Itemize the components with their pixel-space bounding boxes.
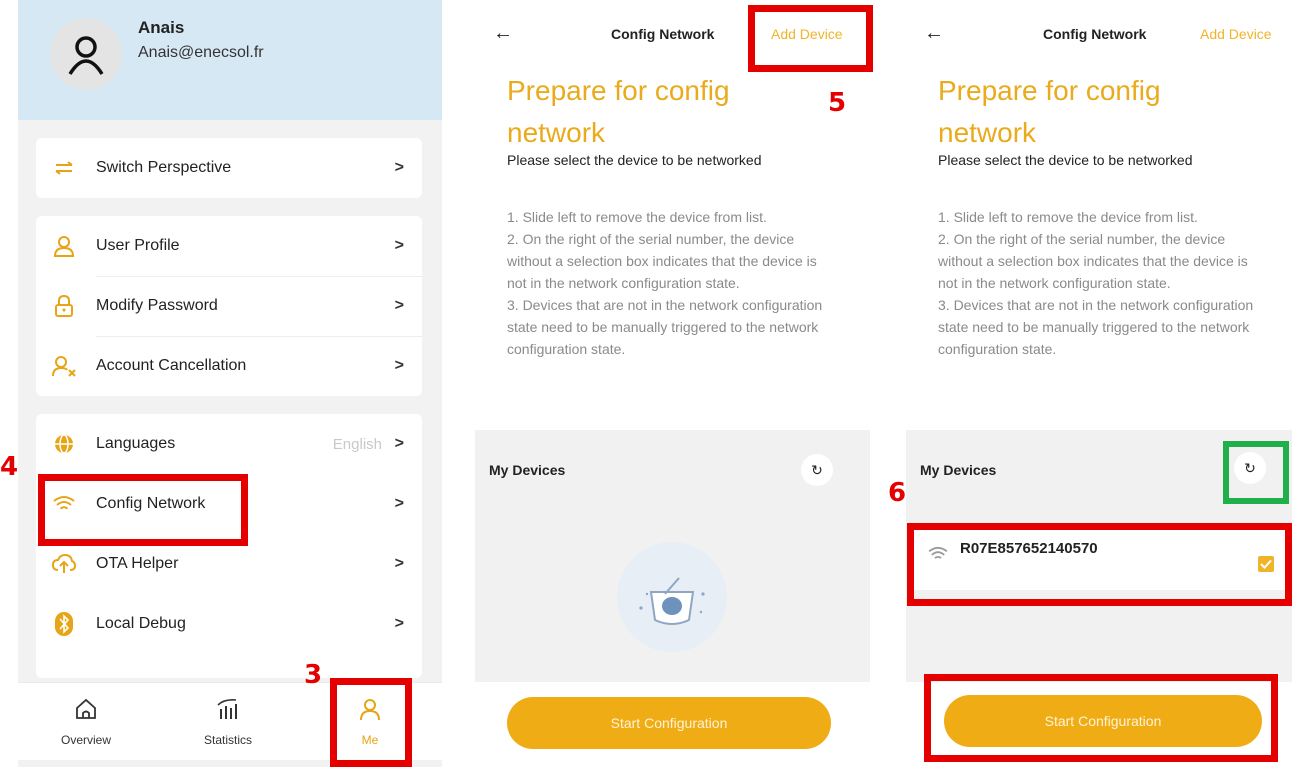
menu-item-local-debug[interactable]: Local Debug >	[36, 594, 422, 654]
instructions-text: 1. Slide left to remove the device from …	[938, 209, 1254, 357]
config-network-screen-empty: ← Config Network Add Device Prepare for …	[475, 0, 870, 767]
menu-item-switch-perspective[interactable]: Switch Perspective >	[36, 138, 422, 198]
highlight-add-device	[748, 5, 873, 72]
person-remove-icon	[52, 354, 76, 378]
user-name: Anais	[138, 18, 185, 37]
tab-label: Statistics	[203, 733, 252, 747]
chevron-right-icon: >	[394, 357, 404, 374]
globe-icon	[52, 432, 76, 456]
step-number-5: 5	[828, 88, 847, 118]
prepare-heading: Prepare for config network	[507, 75, 730, 148]
chevron-right-icon: >	[394, 615, 404, 632]
highlight-refresh	[1223, 441, 1289, 504]
home-icon	[76, 698, 96, 719]
switch-arrows-icon	[52, 156, 76, 180]
chevron-right-icon: >	[394, 435, 404, 452]
menu-label: OTA Helper	[96, 555, 179, 572]
menu-label: Modify Password	[96, 297, 218, 314]
refresh-icon: ↻	[811, 461, 823, 478]
lock-icon	[52, 294, 76, 318]
back-arrow-icon[interactable]: ←	[924, 22, 944, 45]
cloud-upload-icon	[52, 552, 76, 576]
user-email: Anais@enecsol.fr	[138, 44, 264, 61]
chevron-right-icon: >	[394, 297, 404, 314]
account-card: User Profile > Modify Password > Account…	[36, 216, 422, 396]
menu-label: User Profile	[96, 237, 180, 254]
menu-item-languages[interactable]: Languages English >	[36, 414, 422, 474]
user-icon	[68, 36, 104, 75]
language-value: English	[332, 435, 382, 453]
person-icon	[52, 234, 76, 258]
menu-label: Switch Perspective	[96, 159, 232, 176]
menu-label: Account Cancellation	[96, 357, 247, 374]
settings-card: Languages English > Config Network > OTA…	[36, 414, 422, 678]
me-screen: Anais Anais@enecsol.fr Switch Perspectiv…	[18, 0, 442, 767]
menu-item-account-cancellation[interactable]: Account Cancellation >	[36, 336, 422, 396]
my-devices-title: My Devices	[920, 462, 997, 478]
add-device-button[interactable]: Add Device	[1200, 26, 1272, 42]
chevron-right-icon: >	[394, 555, 404, 572]
menu-label: Languages	[96, 435, 176, 452]
instructions-text: 1. Slide left to remove the device from …	[507, 209, 823, 357]
my-devices-area: My Devices ↻	[475, 430, 870, 682]
config-network-screen-device: ← Config Network Add Device Prepare for …	[906, 0, 1292, 767]
select-device-subheading: Please select the device to be networked	[938, 152, 1193, 168]
refresh-button[interactable]: ↻	[801, 454, 833, 486]
avatar[interactable]	[50, 18, 122, 90]
page-title: Config Network	[1043, 26, 1147, 42]
start-configuration-button[interactable]: Start Configuration	[507, 697, 831, 749]
page-title: Config Network	[611, 26, 715, 42]
device-illustration-icon	[639, 577, 705, 625]
chevron-right-icon: >	[394, 237, 404, 254]
tab-overview[interactable]: Overview	[36, 683, 136, 761]
empty-device-illustration	[617, 542, 727, 652]
menu-label: Local Debug	[96, 615, 186, 632]
back-arrow-icon[interactable]: ←	[493, 22, 513, 45]
menu-item-user-profile[interactable]: User Profile >	[36, 216, 422, 276]
prepare-heading: Prepare for config network	[938, 75, 1161, 148]
highlight-config-network	[38, 474, 248, 546]
menu-item-modify-password[interactable]: Modify Password >	[36, 276, 422, 336]
tab-label: Overview	[60, 733, 111, 747]
my-devices-title: My Devices	[489, 462, 566, 478]
select-device-subheading: Please select the device to be networked	[507, 152, 762, 168]
profile-header: Anais Anais@enecsol.fr	[18, 0, 442, 120]
highlight-device-row	[907, 523, 1292, 606]
bluetooth-icon	[52, 612, 76, 636]
perspective-card: Switch Perspective >	[36, 138, 422, 198]
step-number-4: 4	[0, 452, 19, 482]
tab-statistics[interactable]: Statistics	[178, 683, 278, 761]
step-number-3: 3	[304, 660, 323, 690]
step-number-6: 6	[888, 478, 907, 508]
chevron-right-icon: >	[394, 159, 404, 176]
chevron-right-icon: >	[394, 495, 404, 512]
bar-chart-icon	[217, 699, 237, 719]
highlight-start-configuration	[924, 674, 1278, 762]
highlight-tab-me	[330, 678, 412, 767]
